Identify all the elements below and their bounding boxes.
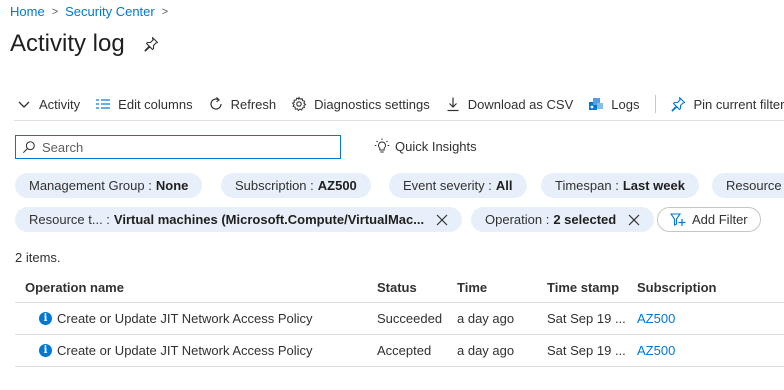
operation-cell: i Create or Update JIT Network Access Po…: [15, 335, 313, 366]
chevron-right-icon: >: [51, 5, 59, 18]
search-input[interactable]: [42, 139, 322, 155]
results-count: 2 items.: [15, 250, 61, 265]
edit-columns-button[interactable]: Edit columns: [95, 96, 193, 112]
filter-timespan[interactable]: Timespan : Last week: [541, 173, 699, 198]
add-filter-label: Add Filter: [692, 212, 748, 227]
chevron-down-icon: [18, 101, 30, 108]
timestamp-cell: Sat Sep 19 ...: [547, 343, 626, 358]
refresh-button[interactable]: Refresh: [208, 96, 277, 112]
search-icon: [22, 141, 35, 154]
breadcrumb-security-center-link[interactable]: Security Center: [65, 4, 155, 19]
close-icon[interactable]: [436, 214, 448, 226]
filter-label: Subscription :: [235, 178, 314, 193]
filter-value: Virtual machines (Microsoft.Compute/Virt…: [113, 212, 425, 227]
logs-icon: [589, 98, 604, 110]
refresh-label: Refresh: [230, 96, 277, 112]
edit-columns-label: Edit columns: [118, 96, 193, 112]
table-row[interactable]: i Create or Update JIT Network Access Po…: [15, 303, 784, 335]
logs-button[interactable]: Logs: [588, 96, 639, 112]
lightbulb-icon: [374, 138, 390, 153]
add-filter-icon: [670, 212, 686, 226]
diagnostics-settings-button[interactable]: Diagnostics settings: [291, 96, 430, 112]
quick-insights-button[interactable]: Quick Insights: [374, 138, 477, 154]
filter-resource-type[interactable]: Resource t... : Virtual machines (Microso…: [15, 207, 463, 232]
gear-icon: [291, 96, 307, 112]
activity-button[interactable]: Activity: [16, 96, 80, 112]
filter-label: Resource t... :: [29, 212, 110, 227]
filter-value: 2 selected: [553, 212, 617, 227]
table-row[interactable]: i Create or Update JIT Network Access Po…: [15, 335, 784, 367]
refresh-icon: [210, 97, 222, 110]
status-cell: Succeeded: [377, 311, 443, 326]
column-header-time[interactable]: Time: [457, 272, 487, 302]
time-cell: a day ago: [457, 343, 515, 358]
title-row: Activity log: [10, 30, 159, 58]
download-csv-button[interactable]: Download as CSV: [445, 96, 574, 112]
search-box[interactable]: [15, 135, 341, 159]
column-header-subscription[interactable]: Subscription: [637, 272, 716, 302]
time-cell: a day ago: [457, 311, 515, 326]
operation-name[interactable]: Create or Update JIT Network Access Poli…: [57, 311, 313, 326]
quick-insights-label: Quick Insights: [395, 138, 477, 154]
filter-resource-group[interactable]: Resource: [712, 173, 784, 198]
breadcrumb: Home > Security Center >: [10, 4, 168, 19]
pin-icon: [671, 96, 686, 112]
logs-label: Logs: [611, 96, 640, 112]
column-header-status[interactable]: Status: [377, 272, 417, 302]
operation-name[interactable]: Create or Update JIT Network Access Poli…: [57, 343, 313, 358]
filter-value: Last week: [622, 178, 685, 193]
toolbar-divider: [655, 95, 657, 113]
column-header-timestamp[interactable]: Time stamp: [547, 272, 619, 302]
filter-label: Management Group :: [29, 178, 152, 193]
chevron-right-icon: >: [161, 5, 169, 18]
page-title: Activity log: [10, 30, 125, 57]
filter-label: Operation :: [485, 212, 550, 227]
download-icon: [447, 97, 459, 112]
pin-current-filters-label: Pin current filters: [693, 96, 784, 112]
filter-value: None: [155, 178, 189, 193]
command-bar: Activity Edit columns Refresh Diagnostic…: [16, 92, 784, 116]
subscription-link[interactable]: AZ500: [637, 335, 675, 366]
info-icon: i: [39, 344, 52, 357]
filter-label: Timespan :: [555, 178, 619, 193]
column-header-operation[interactable]: Operation name: [25, 272, 124, 302]
filter-label: Event severity :: [403, 178, 492, 193]
download-csv-label: Download as CSV: [467, 96, 574, 112]
status-cell: Accepted: [377, 343, 432, 358]
table-header-row: Operation name Status Time Time stamp Su…: [15, 272, 784, 303]
diagnostics-settings-label: Diagnostics settings: [314, 96, 430, 112]
columns-icon: [96, 99, 111, 109]
filter-operation[interactable]: Operation :2 selected: [471, 207, 655, 232]
pin-icon[interactable]: [143, 36, 159, 52]
activity-label: Activity: [39, 96, 81, 112]
pin-current-filters-button[interactable]: Pin current filters: [670, 96, 784, 112]
timestamp-cell: Sat Sep 19 ...: [547, 311, 626, 326]
filter-management-group[interactable]: Management Group : None: [15, 173, 203, 198]
close-icon[interactable]: [628, 214, 640, 226]
filter-label: Resource: [726, 178, 782, 193]
filter-subscription[interactable]: Subscription : AZ500: [221, 173, 371, 198]
toolbar-divider-line: [14, 120, 784, 121]
activity-table: Operation name Status Time Time stamp Su…: [15, 272, 784, 367]
subscription-link[interactable]: AZ500: [637, 303, 675, 334]
add-filter-button[interactable]: Add Filter: [657, 207, 761, 232]
filter-value: All: [495, 178, 513, 193]
breadcrumb-home-link[interactable]: Home: [10, 4, 45, 19]
filter-value: AZ500: [317, 178, 357, 193]
info-icon: i: [39, 312, 52, 325]
filter-event-severity[interactable]: Event severity : All: [389, 173, 527, 198]
operation-cell: i Create or Update JIT Network Access Po…: [15, 303, 313, 334]
